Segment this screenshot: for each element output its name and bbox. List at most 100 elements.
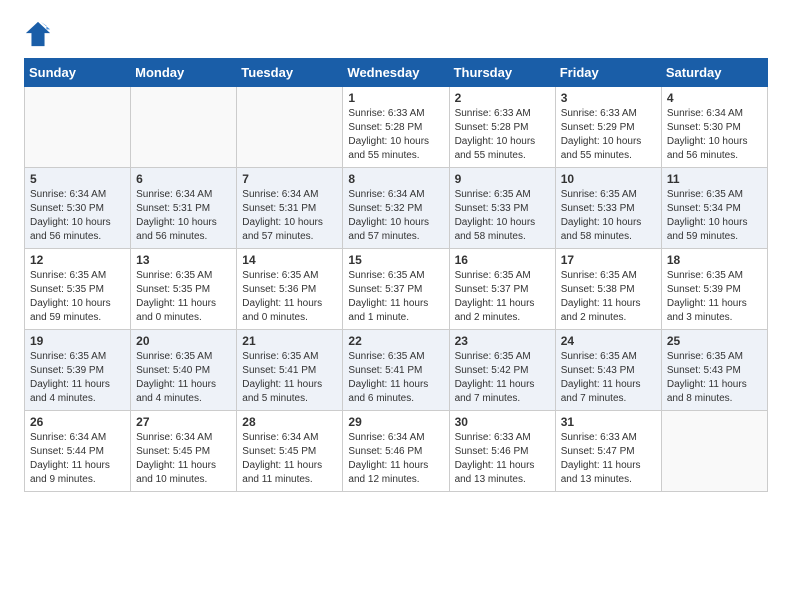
calendar-week-2: 5 Sunrise: 6:34 AM Sunset: 5:30 PM Daylig…	[25, 168, 768, 249]
day-info: Sunrise: 6:34 AM Sunset: 5:30 PM Dayligh…	[30, 188, 125, 244]
day-number: 28	[242, 415, 337, 429]
calendar-cell: 24 Sunrise: 6:35 AM Sunset: 5:43 PM Dayli…	[555, 330, 661, 411]
calendar-cell: 11 Sunrise: 6:35 AM Sunset: 5:34 PM Dayli…	[661, 168, 767, 249]
day-number: 20	[136, 334, 231, 348]
day-number: 5	[30, 172, 125, 186]
weekday-header-row: SundayMondayTuesdayWednesdayThursdayFrid…	[25, 59, 768, 87]
day-number: 17	[561, 253, 656, 267]
day-info: Sunrise: 6:35 AM Sunset: 5:41 PM Dayligh…	[242, 350, 337, 406]
calendar-week-4: 19 Sunrise: 6:35 AM Sunset: 5:39 PM Dayli…	[25, 330, 768, 411]
calendar-cell: 29 Sunrise: 6:34 AM Sunset: 5:46 PM Dayli…	[343, 411, 449, 492]
day-number: 7	[242, 172, 337, 186]
day-number: 12	[30, 253, 125, 267]
day-number: 13	[136, 253, 231, 267]
calendar-cell: 17 Sunrise: 6:35 AM Sunset: 5:38 PM Dayli…	[555, 249, 661, 330]
weekday-header-wednesday: Wednesday	[343, 59, 449, 87]
calendar-cell: 30 Sunrise: 6:33 AM Sunset: 5:46 PM Dayli…	[449, 411, 555, 492]
day-number: 27	[136, 415, 231, 429]
day-info: Sunrise: 6:33 AM Sunset: 5:46 PM Dayligh…	[455, 431, 550, 487]
day-info: Sunrise: 6:35 AM Sunset: 5:41 PM Dayligh…	[348, 350, 443, 406]
day-number: 22	[348, 334, 443, 348]
calendar-week-1: 1 Sunrise: 6:33 AM Sunset: 5:28 PM Daylig…	[25, 87, 768, 168]
day-number: 31	[561, 415, 656, 429]
calendar-cell: 16Sunrise: 6:35 AM Sunset: 5:37 PM Dayli…	[449, 249, 555, 330]
day-number: 15	[348, 253, 443, 267]
day-number: 2	[455, 91, 550, 105]
day-info: Sunrise: 6:35 AM Sunset: 5:36 PM Dayligh…	[242, 269, 337, 325]
day-info: Sunrise: 6:34 AM Sunset: 5:31 PM Dayligh…	[136, 188, 231, 244]
day-info: Sunrise: 6:35 AM Sunset: 5:39 PM Dayligh…	[667, 269, 762, 325]
day-info: Sunrise: 6:35 AM Sunset: 5:34 PM Dayligh…	[667, 188, 762, 244]
day-info: Sunrise: 6:35 AM Sunset: 5:37 PM Dayligh…	[455, 269, 550, 325]
calendar-cell: 2 Sunrise: 6:33 AM Sunset: 5:28 PM Daylig…	[449, 87, 555, 168]
header	[24, 20, 768, 48]
day-number: 8	[348, 172, 443, 186]
calendar-cell: 14 Sunrise: 6:35 AM Sunset: 5:36 PM Dayli…	[237, 249, 343, 330]
calendar-cell: 27 Sunrise: 6:34 AM Sunset: 5:45 PM Dayli…	[131, 411, 237, 492]
day-info: Sunrise: 6:35 AM Sunset: 5:33 PM Dayligh…	[455, 188, 550, 244]
weekday-header-monday: Monday	[131, 59, 237, 87]
calendar-cell: 6Sunrise: 6:34 AM Sunset: 5:31 PM Daylig…	[131, 168, 237, 249]
day-info: Sunrise: 6:35 AM Sunset: 5:38 PM Dayligh…	[561, 269, 656, 325]
weekday-header-saturday: Saturday	[661, 59, 767, 87]
day-number: 1	[348, 91, 443, 105]
day-info: Sunrise: 6:33 AM Sunset: 5:28 PM Dayligh…	[455, 107, 550, 163]
day-info: Sunrise: 6:33 AM Sunset: 5:28 PM Dayligh…	[348, 107, 443, 163]
day-number: 11	[667, 172, 762, 186]
day-info: Sunrise: 6:33 AM Sunset: 5:47 PM Dayligh…	[561, 431, 656, 487]
calendar-cell: 3Sunrise: 6:33 AM Sunset: 5:29 PM Daylig…	[555, 87, 661, 168]
day-number: 9	[455, 172, 550, 186]
calendar-cell: 9 Sunrise: 6:35 AM Sunset: 5:33 PM Daylig…	[449, 168, 555, 249]
calendar-week-3: 12 Sunrise: 6:35 AM Sunset: 5:35 PM Dayli…	[25, 249, 768, 330]
calendar-cell: 7 Sunrise: 6:34 AM Sunset: 5:31 PM Daylig…	[237, 168, 343, 249]
calendar-cell	[237, 87, 343, 168]
day-info: Sunrise: 6:35 AM Sunset: 5:40 PM Dayligh…	[136, 350, 231, 406]
calendar-cell: 5 Sunrise: 6:34 AM Sunset: 5:30 PM Daylig…	[25, 168, 131, 249]
calendar-cell: 19 Sunrise: 6:35 AM Sunset: 5:39 PM Dayli…	[25, 330, 131, 411]
day-number: 25	[667, 334, 762, 348]
day-info: Sunrise: 6:34 AM Sunset: 5:46 PM Dayligh…	[348, 431, 443, 487]
calendar-cell: 15 Sunrise: 6:35 AM Sunset: 5:37 PM Dayli…	[343, 249, 449, 330]
calendar-cell: 22 Sunrise: 6:35 AM Sunset: 5:41 PM Dayli…	[343, 330, 449, 411]
day-info: Sunrise: 6:34 AM Sunset: 5:45 PM Dayligh…	[242, 431, 337, 487]
day-info: Sunrise: 6:34 AM Sunset: 5:32 PM Dayligh…	[348, 188, 443, 244]
day-number: 30	[455, 415, 550, 429]
calendar: SundayMondayTuesdayWednesdayThursdayFrid…	[24, 58, 768, 492]
calendar-cell: 1 Sunrise: 6:33 AM Sunset: 5:28 PM Daylig…	[343, 87, 449, 168]
day-info: Sunrise: 6:34 AM Sunset: 5:30 PM Dayligh…	[667, 107, 762, 163]
day-number: 19	[30, 334, 125, 348]
calendar-cell: 28 Sunrise: 6:34 AM Sunset: 5:45 PM Dayli…	[237, 411, 343, 492]
day-info: Sunrise: 6:33 AM Sunset: 5:29 PM Dayligh…	[561, 107, 656, 163]
day-info: Sunrise: 6:35 AM Sunset: 5:39 PM Dayligh…	[30, 350, 125, 406]
day-info: Sunrise: 6:34 AM Sunset: 5:45 PM Dayligh…	[136, 431, 231, 487]
day-number: 10	[561, 172, 656, 186]
calendar-cell: 23Sunrise: 6:35 AM Sunset: 5:42 PM Dayli…	[449, 330, 555, 411]
calendar-cell: 4 Sunrise: 6:34 AM Sunset: 5:30 PM Daylig…	[661, 87, 767, 168]
day-number: 21	[242, 334, 337, 348]
calendar-week-5: 26Sunrise: 6:34 AM Sunset: 5:44 PM Dayli…	[25, 411, 768, 492]
day-number: 29	[348, 415, 443, 429]
day-number: 24	[561, 334, 656, 348]
day-info: Sunrise: 6:34 AM Sunset: 5:44 PM Dayligh…	[30, 431, 125, 487]
day-info: Sunrise: 6:34 AM Sunset: 5:31 PM Dayligh…	[242, 188, 337, 244]
logo-icon	[24, 20, 52, 48]
day-info: Sunrise: 6:35 AM Sunset: 5:42 PM Dayligh…	[455, 350, 550, 406]
day-number: 14	[242, 253, 337, 267]
calendar-cell	[131, 87, 237, 168]
calendar-cell: 21 Sunrise: 6:35 AM Sunset: 5:41 PM Dayli…	[237, 330, 343, 411]
day-info: Sunrise: 6:35 AM Sunset: 5:43 PM Dayligh…	[561, 350, 656, 406]
day-info: Sunrise: 6:35 AM Sunset: 5:35 PM Dayligh…	[30, 269, 125, 325]
calendar-cell: 31 Sunrise: 6:33 AM Sunset: 5:47 PM Dayli…	[555, 411, 661, 492]
day-number: 4	[667, 91, 762, 105]
day-number: 18	[667, 253, 762, 267]
calendar-cell: 26Sunrise: 6:34 AM Sunset: 5:44 PM Dayli…	[25, 411, 131, 492]
weekday-header-sunday: Sunday	[25, 59, 131, 87]
calendar-cell: 25 Sunrise: 6:35 AM Sunset: 5:43 PM Dayli…	[661, 330, 767, 411]
calendar-cell	[661, 411, 767, 492]
logo	[24, 20, 56, 48]
weekday-header-friday: Friday	[555, 59, 661, 87]
weekday-header-thursday: Thursday	[449, 59, 555, 87]
calendar-cell: 8 Sunrise: 6:34 AM Sunset: 5:32 PM Daylig…	[343, 168, 449, 249]
day-info: Sunrise: 6:35 AM Sunset: 5:43 PM Dayligh…	[667, 350, 762, 406]
day-info: Sunrise: 6:35 AM Sunset: 5:37 PM Dayligh…	[348, 269, 443, 325]
